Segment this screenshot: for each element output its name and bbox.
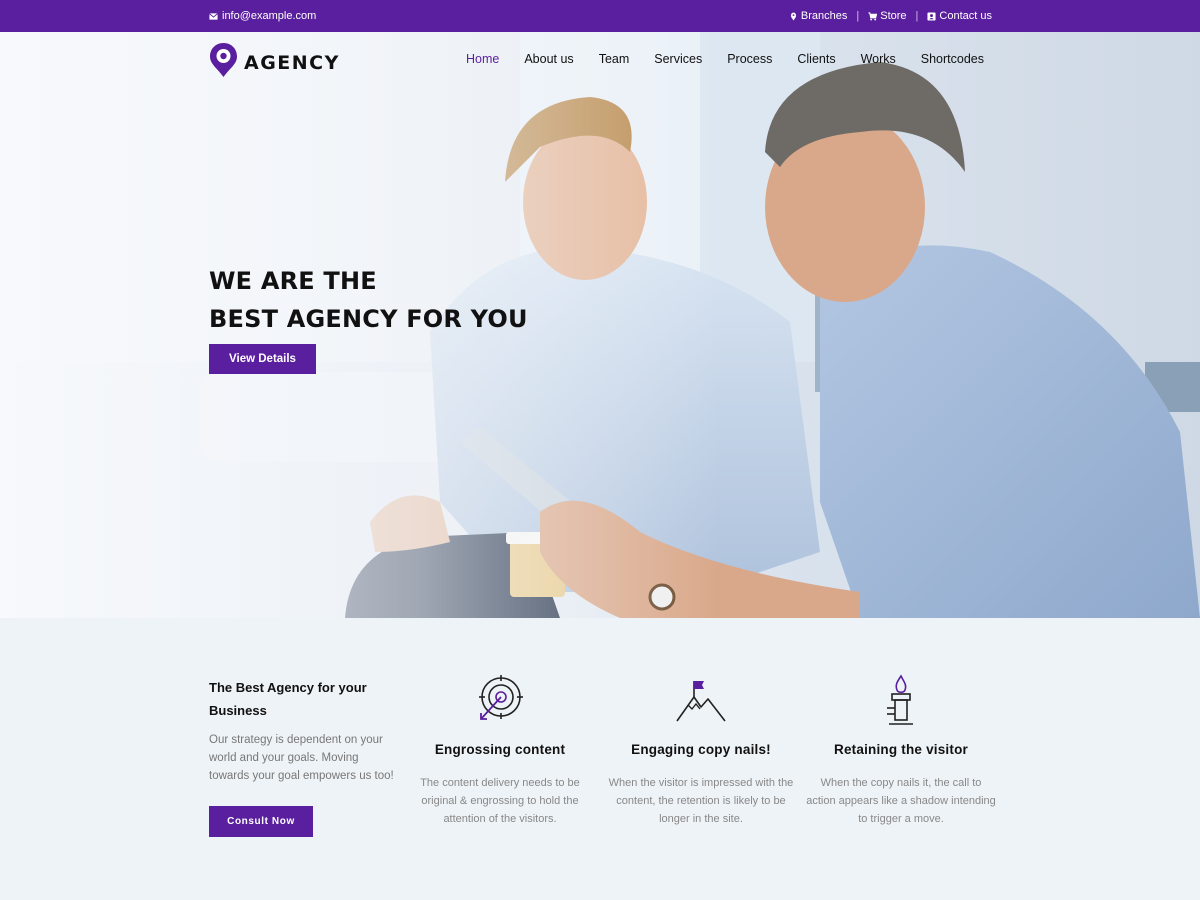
hero-title-line2: BEST AGENCY FOR YOU: [209, 305, 528, 333]
top-link-label: Store: [880, 10, 907, 22]
mountain-flag-icon: [606, 672, 796, 728]
consult-now-button[interactable]: Consult Now: [209, 806, 313, 837]
feature-title: Engaging copy nails!: [631, 742, 771, 757]
features-intro-text: Our strategy is dependent on your world …: [209, 734, 394, 782]
top-link-branches[interactable]: Branches: [789, 10, 847, 22]
nav-item-process[interactable]: Process: [727, 52, 772, 66]
features-intro: The Best Agency for your Business Our st…: [209, 676, 399, 785]
nav-item-clients[interactable]: Clients: [797, 52, 835, 66]
logo-pin-icon: [209, 42, 238, 83]
view-details-button[interactable]: View Details: [209, 344, 316, 374]
hero-title: WE ARE THE BEST AGENCY FOR YOU: [209, 262, 528, 338]
cart-icon: [868, 11, 878, 21]
top-email[interactable]: info@example.com: [209, 10, 316, 22]
feature-title: Engrossing content: [434, 742, 566, 757]
feature-card: Engaging copy nails! When the visitor is…: [606, 672, 796, 828]
separator: |: [915, 10, 919, 22]
top-link-contact[interactable]: Contact us: [927, 10, 992, 22]
top-link-label: Contact us: [939, 10, 992, 22]
email-text: info@example.com: [222, 10, 317, 22]
map-marker-icon: [789, 12, 798, 21]
contact-card-icon: [927, 11, 936, 21]
feature-text: When the copy nails it, the call to acti…: [806, 777, 996, 825]
features-intro-title: The Best Agency for your Business: [209, 680, 367, 718]
hero-title-line1: WE ARE THE: [209, 267, 377, 295]
nav-item-team[interactable]: Team: [599, 52, 630, 66]
top-links: Branches | Store | Contact us: [789, 10, 992, 22]
nav-item-services[interactable]: Services: [654, 52, 702, 66]
top-link-label: Branches: [800, 10, 848, 22]
top-link-store[interactable]: Store: [868, 10, 907, 22]
hero-photo: [0, 32, 1200, 618]
feature-title: Retaining the visitor: [834, 742, 968, 757]
hero-section: WE ARE THE BEST AGENCY FOR YOU View Deta…: [0, 32, 1200, 618]
feature-text: When the visitor is impressed with the c…: [608, 777, 794, 825]
nav-item-shortcodes[interactable]: Shortcodes: [921, 52, 984, 66]
separator: |: [856, 10, 860, 22]
nav-item-about[interactable]: About us: [524, 52, 573, 66]
target-icon: [405, 672, 595, 728]
nav-item-home[interactable]: Home: [466, 52, 499, 66]
main-nav: Home About us Team Services Process Clie…: [466, 52, 984, 66]
feature-card: Retaining the visitor When the copy nail…: [806, 672, 996, 828]
feature-card: Engrossing content The content delivery …: [405, 672, 595, 828]
envelope-icon: [209, 12, 218, 21]
logo[interactable]: AGENCY: [209, 42, 340, 83]
top-bar: info@example.com Branches | Store | Cont…: [0, 0, 1200, 32]
torch-icon: [806, 672, 996, 728]
logo-text: AGENCY: [244, 51, 340, 74]
nav-item-works[interactable]: Works: [861, 52, 896, 66]
feature-text: The content delivery needs to be origina…: [420, 777, 580, 825]
